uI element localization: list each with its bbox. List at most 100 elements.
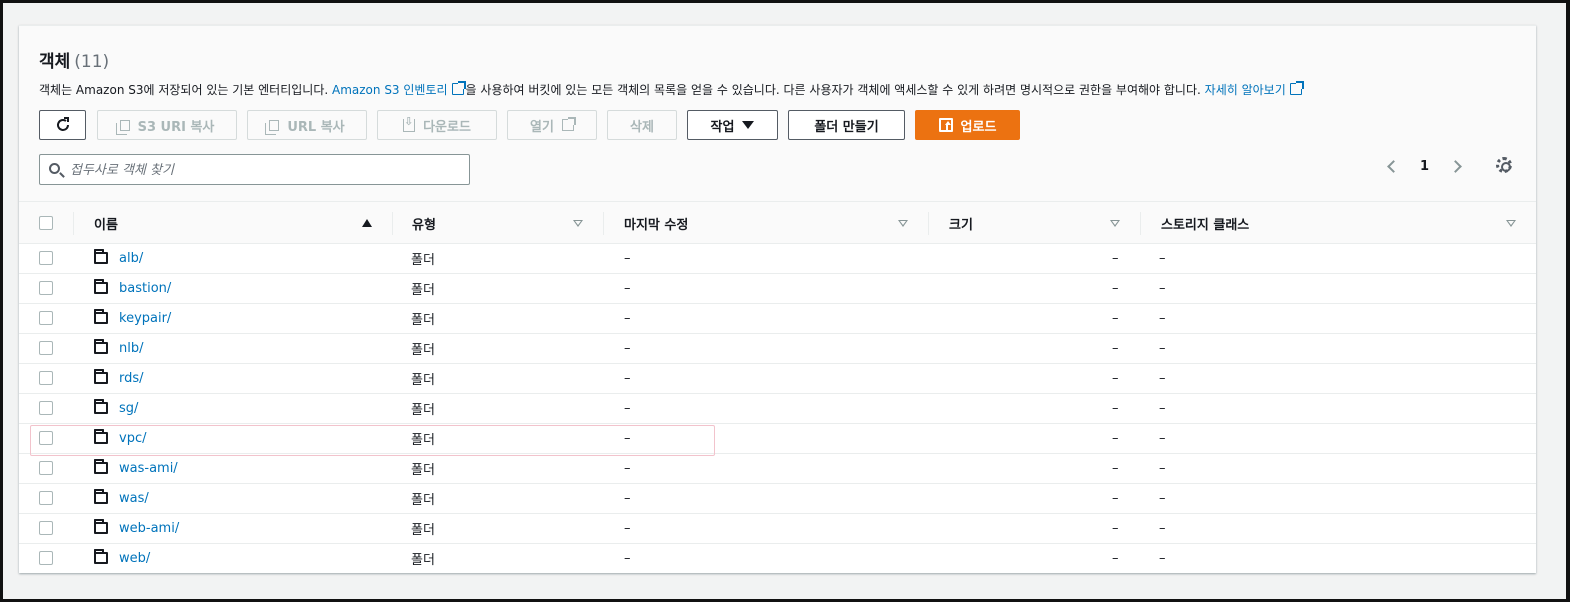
size-cell: –: [1112, 551, 1119, 566]
download-button[interactable]: 다운로드: [377, 110, 497, 140]
column-size[interactable]: 크기: [949, 202, 973, 244]
name-cell: was-ami/: [119, 454, 178, 483]
copy-url-label: URL 복사: [287, 119, 345, 135]
table-row[interactable]: sg/ 폴더 – – –: [19, 394, 1536, 424]
row-checkbox[interactable]: [39, 551, 53, 565]
copy-url-button[interactable]: URL 복사: [247, 110, 367, 140]
object-count: (11): [74, 52, 110, 72]
modified-cell: –: [624, 341, 631, 356]
download-icon: [403, 115, 416, 132]
download-label: 다운로드: [423, 119, 471, 135]
row-checkbox[interactable]: [39, 311, 53, 325]
upload-label: 업로드: [960, 119, 997, 135]
learn-more-link[interactable]: 자세히 알아보기: [1205, 83, 1286, 97]
table-row[interactable]: web-ami/ 폴더 – – –: [19, 514, 1536, 544]
current-page[interactable]: 1: [1420, 159, 1429, 174]
column-type[interactable]: 유형: [412, 202, 436, 244]
object-link[interactable]: nlb/: [119, 341, 143, 356]
copy-icon: [115, 119, 130, 135]
chevron-left-icon[interactable]: [1387, 159, 1400, 173]
object-link[interactable]: sg/: [119, 401, 138, 416]
name-cell: vpc/: [119, 424, 146, 453]
table-row[interactable]: keypair/ 폴더 – – –: [19, 304, 1536, 334]
row-checkbox[interactable]: [39, 251, 53, 265]
gear-icon[interactable]: [1496, 157, 1512, 173]
copy-s3-uri-button[interactable]: S3 URI 복사: [97, 110, 237, 140]
search-icon: [49, 163, 60, 174]
actions-dropdown[interactable]: 작업: [687, 110, 778, 140]
copy-icon: [265, 119, 280, 135]
search-input[interactable]: [70, 159, 460, 181]
table-row[interactable]: rds/ 폴더 – – –: [19, 364, 1536, 394]
row-checkbox[interactable]: [39, 521, 53, 535]
create-folder-button[interactable]: 폴더 만들기: [788, 110, 905, 140]
search-box: [39, 154, 470, 185]
table-row[interactable]: alb/ 폴더 – – –: [19, 244, 1536, 274]
name-cell: sg/: [119, 394, 138, 423]
object-link[interactable]: was-ami/: [119, 461, 178, 476]
table-row[interactable]: was/ 폴더 – – –: [19, 484, 1536, 514]
size-cell: –: [1112, 311, 1119, 326]
column-last-modified[interactable]: 마지막 수정: [624, 202, 688, 244]
type-cell: 폴더: [411, 433, 435, 448]
delete-label: 삭제: [630, 119, 654, 135]
page-title: 객체 (11): [39, 47, 109, 72]
pagination: 1: [1387, 154, 1462, 178]
type-cell: 폴더: [411, 523, 435, 538]
row-checkbox[interactable]: [39, 371, 53, 385]
object-link[interactable]: web/: [119, 551, 150, 566]
object-link[interactable]: rds/: [119, 371, 144, 386]
modified-cell: –: [624, 401, 631, 416]
refresh-button[interactable]: [39, 110, 86, 140]
row-checkbox[interactable]: [39, 401, 53, 415]
chevron-right-icon[interactable]: [1449, 159, 1462, 173]
table-row[interactable]: web/ 폴더 – – –: [19, 544, 1536, 574]
name-cell: rds/: [119, 364, 144, 393]
delete-button[interactable]: 삭제: [607, 110, 677, 140]
table-row[interactable]: bastion/ 폴더 – – –: [19, 274, 1536, 304]
desc-text-2: 을 사용하여 버킷에 있는 모든 객체의 목록을 얻을 수 있습니다. 다른 사…: [465, 83, 1205, 97]
sort-icon[interactable]: [898, 220, 908, 227]
object-link[interactable]: vpc/: [119, 431, 146, 446]
inventory-link[interactable]: Amazon S3 인벤토리: [332, 83, 448, 97]
column-divider: [73, 212, 74, 235]
sort-icon[interactable]: [1506, 220, 1516, 227]
object-link[interactable]: alb/: [119, 251, 143, 266]
name-cell: nlb/: [119, 334, 143, 363]
storage-class-cell: –: [1159, 431, 1166, 446]
object-link[interactable]: web-ami/: [119, 521, 179, 536]
row-checkbox[interactable]: [39, 341, 53, 355]
column-name[interactable]: 이름: [94, 202, 118, 244]
row-checkbox[interactable]: [39, 281, 53, 295]
upload-button[interactable]: 업로드: [915, 110, 1020, 140]
row-checkbox[interactable]: [39, 491, 53, 505]
type-cell: 폴더: [411, 493, 435, 508]
table-row[interactable]: vpc/ 폴더 – – –: [19, 424, 1536, 454]
object-link[interactable]: was/: [119, 491, 149, 506]
folder-icon: [94, 369, 108, 384]
sort-ascending-icon[interactable]: [362, 219, 372, 227]
open-button[interactable]: 열기: [507, 110, 597, 140]
object-link[interactable]: keypair/: [119, 311, 171, 326]
row-checkbox[interactable]: [39, 461, 53, 475]
table-row[interactable]: was-ami/ 폴더 – – –: [19, 454, 1536, 484]
folder-icon: [94, 519, 108, 534]
row-checkbox[interactable]: [39, 431, 53, 445]
sort-icon[interactable]: [1110, 220, 1120, 227]
size-cell: –: [1112, 251, 1119, 266]
folder-icon: [94, 549, 108, 564]
column-storage-class[interactable]: 스토리지 클래스: [1161, 202, 1249, 244]
modified-cell: –: [624, 551, 631, 566]
modified-cell: –: [624, 281, 631, 296]
column-divider: [603, 212, 604, 235]
title-text: 객체: [39, 52, 71, 72]
type-cell: 폴더: [411, 253, 435, 268]
table-row[interactable]: nlb/ 폴더 – – –: [19, 334, 1536, 364]
type-cell: 폴더: [411, 373, 435, 388]
sort-icon[interactable]: [573, 220, 583, 227]
object-link[interactable]: bastion/: [119, 281, 171, 296]
size-cell: –: [1112, 461, 1119, 476]
folder-icon: [94, 489, 108, 504]
storage-class-cell: –: [1159, 281, 1166, 296]
select-all-checkbox[interactable]: [39, 216, 53, 230]
